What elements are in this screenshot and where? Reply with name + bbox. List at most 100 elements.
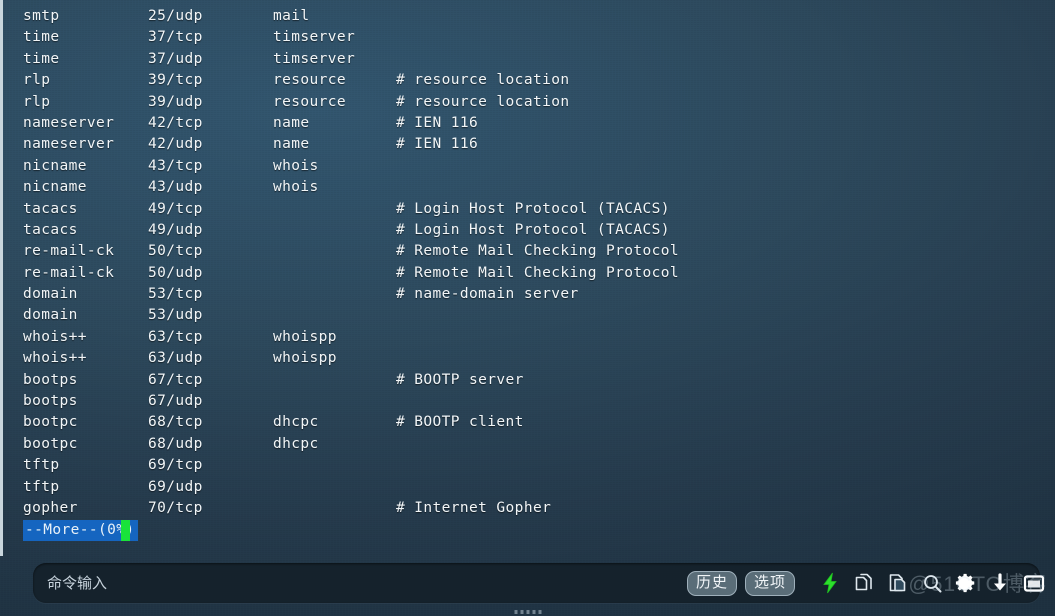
terminal-cell-comment: # BOOTP client	[396, 414, 524, 431]
terminal-cell-port: 53/tcp	[148, 286, 203, 303]
terminal-cell-alias: name	[273, 136, 310, 153]
terminal-line: nameserver 42/udp name # IEN 116	[3, 134, 1055, 155]
terminal-cell-name: re-mail-ck	[23, 243, 115, 260]
terminal-output[interactable]: smtp 25/udp mail time 37/tcp timserver time 37/…	[0, 0, 1055, 556]
terminal-line: time 37/tcp timserver	[3, 27, 1055, 48]
terminal-cell-comment: # IEN 116	[396, 114, 479, 131]
terminal-cell-name: whois++	[23, 350, 87, 367]
terminal-cell-port: 43/udp	[148, 179, 203, 196]
terminal-cell-alias: mail	[273, 8, 310, 24]
terminal-cell-alias: timserver	[273, 29, 356, 46]
terminal-cell-alias: whois	[273, 179, 319, 196]
search-icon[interactable]	[919, 570, 945, 596]
terminal-cell-name: bootps	[23, 393, 78, 410]
window-icon[interactable]	[1021, 570, 1047, 596]
terminal-cell-name: gopher	[23, 499, 78, 516]
terminal-cell-port: 68/udp	[148, 435, 203, 452]
terminal-line: tftp 69/tcp	[3, 455, 1055, 476]
terminal-cell-alias: resource	[273, 72, 347, 89]
terminal-toolbar: 历史 选项	[686, 566, 1047, 600]
terminal-cell-alias: whoispp	[273, 328, 337, 345]
terminal-line: bootps 67/udp	[3, 391, 1055, 412]
terminal-cell-comment: # BOOTP server	[396, 371, 524, 388]
gear-icon[interactable]	[953, 570, 979, 596]
terminal-cell-port: 25/udp	[148, 8, 203, 24]
terminal-cell-comment: # resource location	[396, 72, 570, 89]
terminal-cell-name: nicname	[23, 157, 87, 174]
terminal-cell-port: 42/udp	[148, 136, 203, 153]
terminal-cell-name: nicname	[23, 179, 87, 196]
drag-handle[interactable]	[514, 610, 541, 614]
terminal-cell-port: 49/udp	[148, 221, 203, 238]
terminal-line: whois++ 63/tcp whoispp	[3, 327, 1055, 348]
terminal-cell-port: 68/tcp	[148, 414, 203, 431]
terminal-cell-alias: dhcpc	[273, 414, 319, 431]
terminal-cell-name: bootps	[23, 371, 78, 388]
terminal-cell-name: bootpc	[23, 435, 78, 452]
history-button[interactable]: 历史	[686, 570, 737, 596]
bottom-command-bar: 历史 选项	[0, 556, 1055, 616]
terminal-line: gopher 70/tcp # Internet Gopher	[3, 498, 1055, 519]
terminal-line: nicname 43/udp whois	[3, 177, 1055, 198]
terminal-cell-name: nameserver	[23, 114, 115, 131]
terminal-cell-port: 37/udp	[148, 50, 203, 67]
terminal-cell-name: rlp	[23, 72, 51, 89]
copy-icon[interactable]	[851, 570, 877, 596]
terminal-line: rlp 39/udp resource # resource location	[3, 92, 1055, 113]
terminal-cell-alias: whois	[273, 157, 319, 174]
terminal-line: tftp 69/udp	[3, 477, 1055, 498]
terminal-cell-port: 42/tcp	[148, 114, 203, 131]
terminal-cell-comment: # Login Host Protocol (TACACS)	[396, 200, 670, 217]
terminal-cell-port: 63/tcp	[148, 328, 203, 345]
terminal-cell-comment: # IEN 116	[396, 136, 479, 153]
terminal-cell-port: 70/tcp	[148, 499, 203, 516]
terminal-line: bootpc 68/tcp dhcpc # BOOTP client	[3, 412, 1055, 433]
terminal-line: nameserver 42/tcp name # IEN 116	[3, 113, 1055, 134]
terminal-cell-name: tftp	[23, 457, 60, 474]
terminal-line: bootpc 68/udp dhcpc	[3, 434, 1055, 455]
terminal-cell-name: whois++	[23, 328, 87, 345]
download-icon[interactable]	[987, 570, 1013, 596]
terminal-cell-name: bootpc	[23, 414, 78, 431]
terminal-cell-port: 50/udp	[148, 264, 203, 281]
terminal-cell-port: 37/tcp	[148, 29, 203, 46]
terminal-cell-comment: # name-domain server	[396, 286, 579, 303]
terminal-cell-alias: dhcpc	[273, 435, 319, 452]
terminal-cell-name: tftp	[23, 478, 60, 495]
terminal-line: domain 53/udp	[3, 305, 1055, 326]
terminal-line: re-mail-ck 50/udp # Remote Mail Checking P…	[3, 263, 1055, 284]
terminal-cell-comment: # resource location	[396, 93, 570, 110]
paste-icon[interactable]	[885, 570, 911, 596]
terminal-cell-port: 69/tcp	[148, 457, 203, 474]
terminal-cell-port: 67/tcp	[148, 371, 203, 388]
terminal-line: domain 53/tcp # name-domain server	[3, 284, 1055, 305]
lightning-bolt-icon[interactable]	[817, 570, 843, 596]
terminal-cell-name: nameserver	[23, 136, 115, 153]
terminal-line: tacacs 49/tcp # Login Host Protocol (TACAC…	[3, 199, 1055, 220]
more-prompt-row: --More--(0%)	[3, 520, 1055, 542]
terminal-cell-name: rlp	[23, 93, 51, 110]
terminal-cell-name: tacacs	[23, 221, 78, 238]
terminal-cell-port: 39/udp	[148, 93, 203, 110]
terminal-cell-name: domain	[23, 286, 78, 303]
terminal-cell-alias: resource	[273, 93, 347, 110]
terminal-cell-port: 49/tcp	[148, 200, 203, 217]
terminal-line: whois++ 63/udp whoispp	[3, 348, 1055, 369]
terminal-cell-alias: timserver	[273, 50, 356, 67]
terminal-line: tacacs 49/udp # Login Host Protocol (TACAC…	[3, 220, 1055, 241]
terminal-cell-port: 63/udp	[148, 350, 203, 367]
terminal-line: time 37/udp timserver	[3, 49, 1055, 70]
terminal-line-list: smtp 25/udp mail time 37/tcp timserver time 37/…	[3, 6, 1055, 519]
terminal-cell-alias: name	[273, 114, 310, 131]
terminal-cell-comment: # Login Host Protocol (TACACS)	[396, 221, 670, 238]
terminal-cell-port: 43/tcp	[148, 157, 203, 174]
terminal-line: bootps 67/tcp # BOOTP server	[3, 370, 1055, 391]
terminal-cell-name: time	[23, 50, 60, 67]
terminal-line: smtp 25/udp mail	[3, 6, 1055, 27]
terminal-app-window: smtp 25/udp mail time 37/tcp timserver time 37/…	[0, 0, 1055, 616]
terminal-cell-comment: # Remote Mail Checking Protocol	[396, 243, 680, 260]
terminal-cell-comment: # Remote Mail Checking Protocol	[396, 264, 680, 281]
terminal-cell-port: 53/udp	[148, 307, 203, 324]
terminal-cell-comment: # Internet Gopher	[396, 499, 552, 516]
options-button[interactable]: 选项	[744, 570, 795, 596]
